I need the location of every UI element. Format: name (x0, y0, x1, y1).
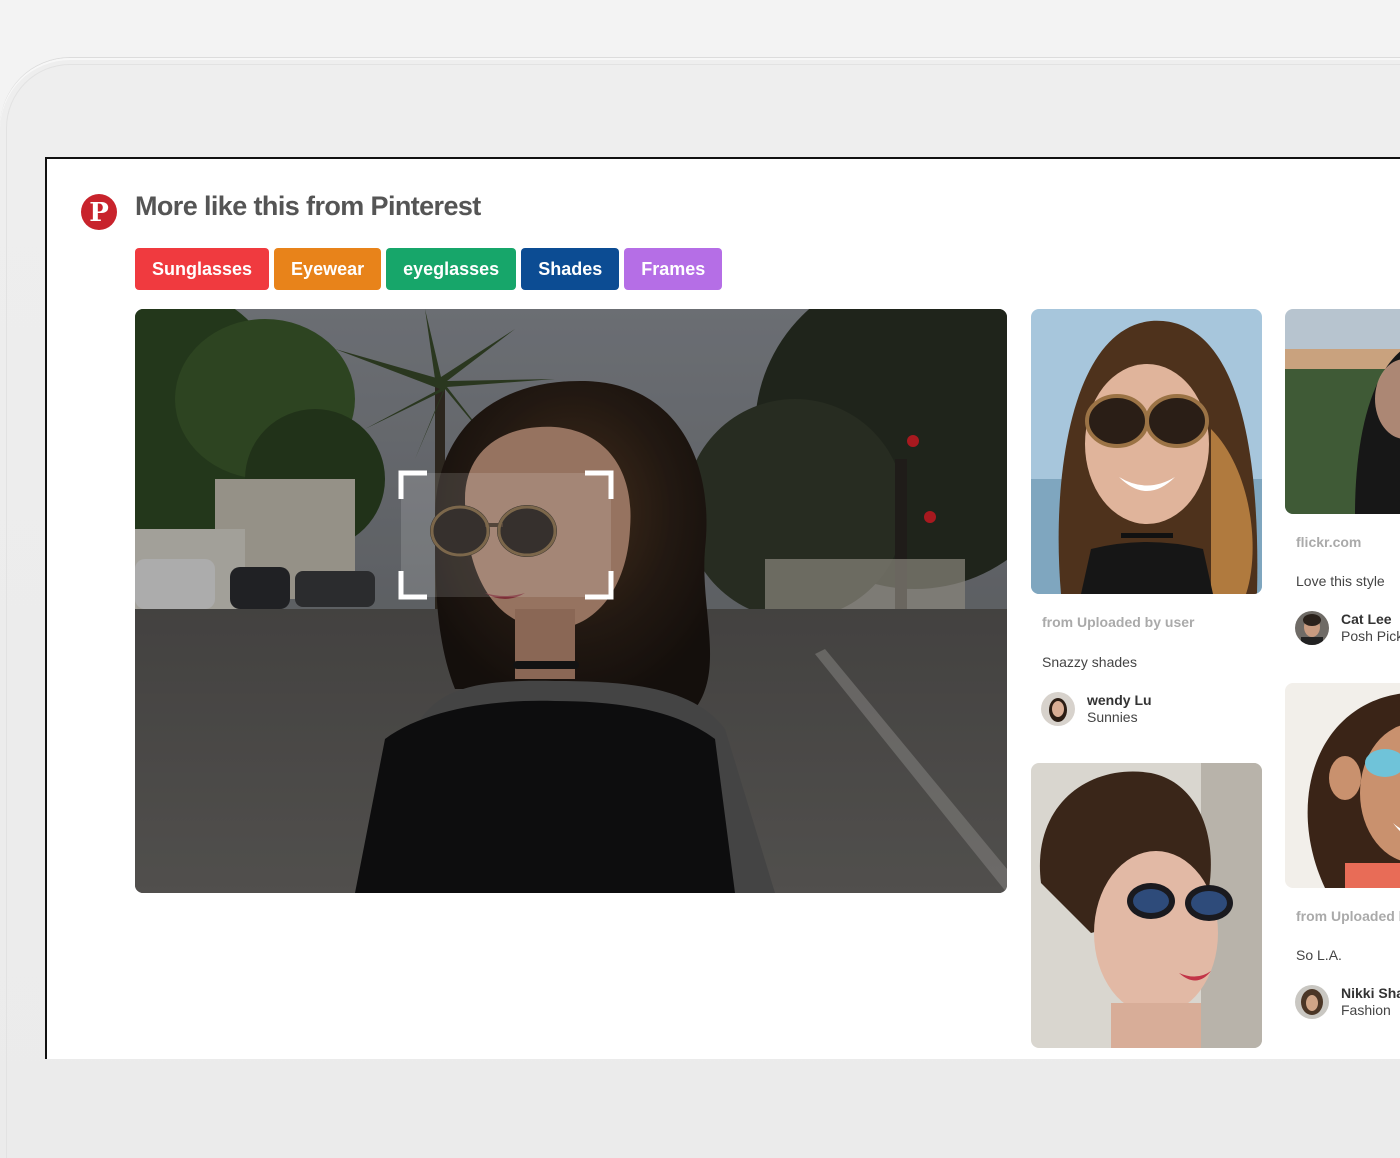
user-name[interactable]: Nikki Shaw (1341, 985, 1400, 1002)
pin-source[interactable]: from Uploaded by user (1296, 908, 1400, 924)
pin-card[interactable]: from Uploaded by user Snazzy shades wend… (1031, 309, 1262, 726)
pin-source[interactable]: from Uploaded by user (1042, 614, 1194, 630)
pin-description: So L.A. (1296, 947, 1342, 963)
tag-shades[interactable]: Shades (521, 248, 620, 290)
pin-image[interactable] (1031, 763, 1262, 1048)
board-name[interactable]: Fashion (1341, 1002, 1400, 1019)
pin-card[interactable]: flickr.com Love this style Cat Lee Posh … (1285, 309, 1400, 645)
pin-source[interactable]: flickr.com (1296, 534, 1361, 550)
pin-image[interactable] (1285, 309, 1400, 514)
pin-user[interactable]: Cat Lee Posh Picks (1295, 611, 1400, 645)
board-name[interactable]: Posh Picks (1341, 628, 1400, 645)
tag-list: Sunglasses Eyewear eyeglasses Shades Fra… (135, 248, 723, 290)
pin-image[interactable] (1285, 683, 1400, 888)
pin-user[interactable]: wendy Lu Sunnies (1041, 692, 1152, 726)
board-name[interactable]: Sunnies (1087, 709, 1152, 726)
avatar[interactable] (1041, 692, 1075, 726)
user-name[interactable]: Cat Lee (1341, 611, 1400, 628)
pin-description: Snazzy shades (1042, 654, 1137, 670)
screen: P More like this from Pinterest Sunglass… (45, 157, 1400, 1059)
pin-card[interactable] (1031, 763, 1262, 1048)
pin-description: Love this style (1296, 573, 1385, 589)
avatar[interactable] (1295, 611, 1329, 645)
pin-card[interactable]: from Uploaded by user So L.A. Nikki Shaw… (1285, 683, 1400, 1019)
pin-user[interactable]: Nikki Shaw Fashion (1295, 985, 1400, 1019)
pin-image[interactable] (1031, 309, 1262, 594)
tag-eyewear[interactable]: Eyewear (274, 248, 382, 290)
tag-sunglasses[interactable]: Sunglasses (135, 248, 270, 290)
logo-glyph: P (89, 198, 109, 228)
main-photo[interactable] (135, 309, 1007, 893)
pinterest-logo-icon[interactable]: P (81, 194, 117, 230)
avatar[interactable] (1295, 985, 1329, 1019)
tag-frames[interactable]: Frames (624, 248, 723, 290)
user-name[interactable]: wendy Lu (1087, 692, 1152, 709)
tag-eyeglasses[interactable]: eyeglasses (386, 248, 517, 290)
page-title: More like this from Pinterest (135, 191, 481, 221)
